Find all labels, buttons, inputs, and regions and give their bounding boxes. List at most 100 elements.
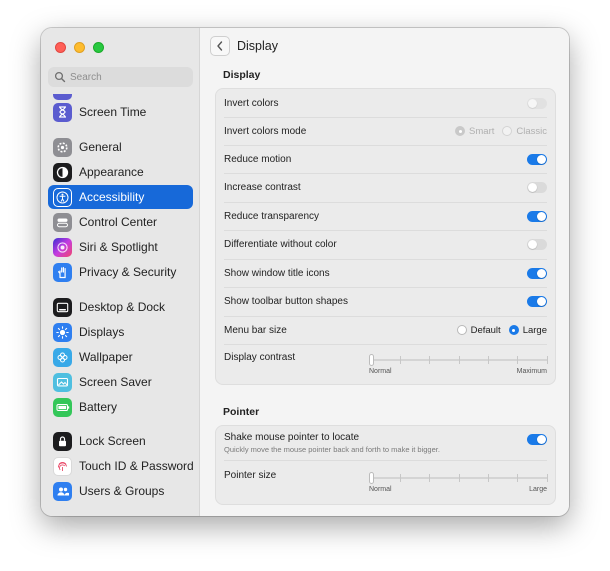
window-title-icons-toggle[interactable] <box>527 267 547 279</box>
slider-thumb[interactable] <box>369 354 374 366</box>
search-input[interactable] <box>70 71 180 83</box>
minimize-window-button[interactable] <box>74 42 85 53</box>
search-field[interactable] <box>48 67 193 87</box>
sidebar-item-label: Appearance <box>79 165 144 179</box>
sidebar-item-battery[interactable]: Battery <box>48 395 193 419</box>
setting-row-reduce-transparency: Reduce transparency <box>216 202 555 230</box>
section-title-display: Display <box>223 69 261 81</box>
radio-option-classic[interactable]: Classic <box>502 126 547 137</box>
differentiate-without-color-toggle[interactable] <box>527 239 547 250</box>
sidebar-item-label: Screen Time <box>79 105 147 119</box>
setting-row-shake-pointer: Shake mouse pointer to locate Quickly mo… <box>216 426 555 460</box>
slider-min-label: Normal <box>369 368 392 375</box>
display-settings-group: Invert colors Invert colors mode Smart C… <box>215 88 556 385</box>
sun-icon <box>53 322 72 342</box>
setting-label: Differentiate without color <box>224 239 337 250</box>
sidebar-item-screen-time[interactable]: Screen Time <box>48 100 193 124</box>
sidebar-item-label: General <box>79 140 122 154</box>
setting-label: Reduce motion <box>224 153 292 165</box>
hourglass-icon <box>53 102 72 122</box>
dock-icon <box>53 297 72 317</box>
toolbar-button-shapes-toggle[interactable] <box>527 296 547 307</box>
sidebar-item-siri-spotlight[interactable]: Siri & Spotlight <box>48 235 193 259</box>
pointer-settings-group: Shake mouse pointer to locate Quickly mo… <box>215 425 556 505</box>
settings-window: Screen Time General Appearance Accessibi… <box>41 28 569 516</box>
reduce-motion-toggle[interactable] <box>527 153 547 165</box>
sidebar-item-lock-screen[interactable]: Lock Screen <box>48 429 193 453</box>
sidebar-item-label: Control Center <box>79 215 158 229</box>
setting-label: Display contrast <box>224 352 296 363</box>
slider-thumb[interactable] <box>369 472 374 484</box>
control-center-icon <box>53 212 72 232</box>
shake-pointer-toggle[interactable] <box>527 434 547 445</box>
sidebar-item-touch-id-password[interactable]: Touch ID & Password <box>48 454 194 478</box>
setting-row-reduce-motion: Reduce motion <box>216 145 555 173</box>
sidebar-item-label: Wallpaper <box>79 350 133 364</box>
setting-label: Invert colors mode <box>224 125 307 137</box>
window-controls <box>55 42 104 53</box>
screen-saver-icon <box>53 372 72 392</box>
sidebar-item-privacy-security[interactable]: Privacy & Security <box>48 260 193 284</box>
radio-option-large[interactable]: Large <box>508 325 547 336</box>
sidebar-item-label: Displays <box>79 325 125 339</box>
sidebar-item-screen-saver[interactable]: Screen Saver <box>48 370 193 394</box>
lock-icon <box>53 431 72 451</box>
chevron-left-icon <box>217 41 223 51</box>
battery-icon <box>53 397 72 417</box>
sidebar-item-general[interactable]: General <box>48 135 193 159</box>
accessibility-icon <box>53 187 72 207</box>
sidebar-item-displays[interactable]: Displays <box>48 320 193 344</box>
sidebar-item-accessibility[interactable]: Accessibility <box>48 185 193 209</box>
sidebar-item-label: Touch ID & Password <box>79 459 194 473</box>
invert-colors-toggle[interactable] <box>527 97 547 109</box>
setting-row-toolbar-button-shapes: Show toolbar button shapes <box>216 287 555 316</box>
setting-label: Increase contrast <box>224 182 301 193</box>
reduce-transparency-toggle[interactable] <box>527 210 547 222</box>
zoom-window-button[interactable] <box>93 42 104 53</box>
setting-label: Show toolbar button shapes <box>224 296 348 307</box>
users-icon <box>53 481 72 501</box>
fingerprint-icon <box>53 456 72 476</box>
page-title: Display <box>237 39 278 53</box>
setting-label: Show window title icons <box>224 267 330 279</box>
setting-label: Pointer size <box>224 470 277 481</box>
sidebar-item-label: Screen Saver <box>79 375 152 389</box>
display-contrast-slider[interactable] <box>369 353 548 367</box>
sidebar-item-label: Desktop & Dock <box>79 300 166 314</box>
sidebar-item-label: Lock Screen <box>79 434 146 448</box>
setting-row-increase-contrast: Increase contrast <box>216 173 555 202</box>
pointer-size-slider[interactable] <box>369 471 548 485</box>
sidebar-item-label: Siri & Spotlight <box>79 240 158 254</box>
sidebar-item-desktop-dock[interactable]: Desktop & Dock <box>48 295 193 319</box>
increase-contrast-toggle[interactable] <box>527 182 547 193</box>
setting-row-menu-bar-size: Menu bar size Default Large <box>216 316 555 344</box>
sidebar-item-label: Privacy & Security <box>79 265 177 279</box>
radio-option-smart[interactable]: Smart <box>455 126 494 137</box>
setting-label: Reduce transparency <box>224 210 320 222</box>
sidebar-item-appearance[interactable]: Appearance <box>48 160 193 184</box>
sidebar-item-wallpaper[interactable]: Wallpaper <box>48 345 193 369</box>
gear-icon <box>53 137 72 157</box>
appearance-icon <box>53 162 72 182</box>
section-title-pointer: Pointer <box>223 406 260 418</box>
sidebar: Screen Time General Appearance Accessibi… <box>41 28 200 516</box>
slider-max-label: Large <box>529 486 547 493</box>
menu-bar-size-radio-group: Default Large <box>456 325 547 336</box>
sidebar-item-control-center[interactable]: Control Center <box>48 210 193 234</box>
sidebar-item-label: Battery <box>79 400 118 414</box>
close-window-button[interactable] <box>55 42 66 53</box>
sidebar-item-users-groups[interactable]: Users & Groups <box>48 479 193 503</box>
hand-icon <box>53 262 72 282</box>
setting-label: Invert colors <box>224 97 279 109</box>
setting-row-invert-colors: Invert colors <box>216 89 555 117</box>
wallpaper-icon <box>53 347 72 367</box>
siri-icon <box>53 237 72 257</box>
slider-max-label: Maximum <box>516 368 547 375</box>
radio-option-default[interactable]: Default <box>456 325 501 336</box>
setting-label: Menu bar size <box>224 324 287 336</box>
back-button[interactable] <box>210 36 230 56</box>
setting-row-window-title-icons: Show window title icons <box>216 259 555 287</box>
sidebar-item-label: Accessibility <box>79 190 145 204</box>
display-pane: Display Display Invert colors Invert col… <box>201 28 569 516</box>
setting-description: Quickly move the mouse pointer back and … <box>224 445 440 454</box>
